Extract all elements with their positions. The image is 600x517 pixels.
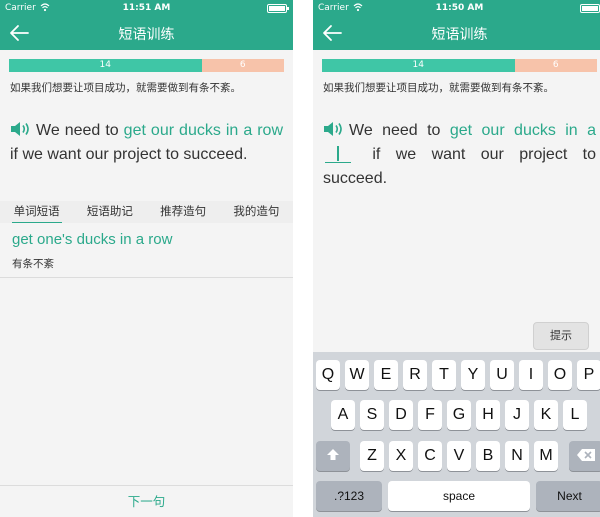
page-title: 短语训练: [431, 27, 488, 43]
key-q[interactable]: Q: [316, 360, 340, 390]
progress-remaining: 6: [514, 59, 597, 72]
key-r[interactable]: R: [403, 360, 427, 390]
text-cursor: [337, 146, 339, 161]
key-k[interactable]: K: [534, 400, 558, 430]
key-w[interactable]: W: [345, 360, 369, 390]
progress-remaining: 6: [201, 59, 284, 72]
sentence-start: We need to: [349, 122, 450, 139]
chinese-translation: 如果我们想要让项目成功，就需要做到有条不紊。: [10, 82, 241, 94]
tab-mnemonic[interactable]: 短语助记: [85, 201, 135, 223]
nav-bar: 短语训练: [0, 16, 293, 50]
answer-blank-input[interactable]: [325, 145, 351, 163]
keyboard: Q W E R T Y U I O P A S D F G H J K L Z …: [313, 352, 600, 517]
backspace-icon: [577, 449, 595, 461]
sentence-phrase[interactable]: get our ducks in a row: [124, 122, 283, 139]
speaker-icon[interactable]: [323, 121, 347, 137]
clock: 11:51 AM: [122, 3, 171, 13]
chinese-translation: 如果我们想要让项目成功，就需要做到有条不紊。: [323, 82, 554, 94]
key-t[interactable]: T: [432, 360, 456, 390]
key-h[interactable]: H: [476, 400, 500, 430]
key-e[interactable]: E: [374, 360, 398, 390]
status-bar: Carrier 11:50 AM: [313, 0, 600, 16]
delete-key[interactable]: [569, 441, 600, 471]
hint-button[interactable]: 提示: [533, 322, 589, 350]
key-s[interactable]: S: [360, 400, 384, 430]
english-sentence: We need to get our ducks in a row if we …: [10, 119, 283, 167]
tab-recommended-sentences[interactable]: 推荐造句: [158, 201, 208, 223]
app-screenshots: Carrier 11:51 AM 短语训练 14 6 如果我们想要让项目成功，就…: [0, 0, 600, 517]
sentence-phrase: get our ducks in a: [449, 122, 597, 139]
key-l[interactable]: L: [563, 400, 587, 430]
key-o[interactable]: O: [548, 360, 572, 390]
key-x[interactable]: X: [389, 441, 413, 471]
tab-word-phrase[interactable]: 单词短语: [11, 201, 62, 223]
fill-blank-screen: Carrier 11:50 AM 短语训练 14 6 如果我们想要让项目成功，就…: [313, 0, 600, 517]
key-b[interactable]: B: [476, 441, 500, 471]
key-c[interactable]: C: [418, 441, 442, 471]
key-a[interactable]: A: [331, 400, 355, 430]
page-title: 短语训练: [118, 27, 175, 43]
speaker-icon[interactable]: [10, 121, 34, 137]
phrase-chinese: 有条不紊: [12, 258, 54, 270]
phrase-english: get one's ducks in a row: [12, 231, 173, 248]
key-d[interactable]: D: [389, 400, 413, 430]
space-key[interactable]: space: [388, 481, 530, 511]
english-sentence: We need to get our ducks in a if we want…: [323, 119, 596, 191]
key-i[interactable]: I: [519, 360, 543, 390]
sentence-start: We need to: [36, 122, 124, 139]
next-key[interactable]: Next: [536, 481, 600, 511]
phrase-card: get one's ducks in a row 有条不紊: [0, 223, 293, 278]
key-n[interactable]: N: [505, 441, 529, 471]
key-m[interactable]: M: [534, 441, 558, 471]
key-p[interactable]: P: [577, 360, 600, 390]
sentence-end: if we want our project to succeed.: [10, 146, 248, 163]
key-f[interactable]: F: [418, 400, 442, 430]
battery-icon: [267, 4, 289, 13]
shift-icon: [327, 449, 339, 460]
phrase-detail-screen: Carrier 11:51 AM 短语训练 14 6 如果我们想要让项目成功，就…: [0, 0, 293, 517]
progress-done: 14: [9, 59, 202, 72]
numbers-key[interactable]: .?123: [316, 481, 382, 511]
key-v[interactable]: V: [447, 441, 471, 471]
progress-bar: 14 6: [9, 59, 284, 72]
progress-bar: 14 6: [322, 59, 597, 72]
status-bar: Carrier 11:51 AM: [0, 0, 293, 16]
key-y[interactable]: Y: [461, 360, 485, 390]
tab-my-sentences[interactable]: 我的造句: [231, 201, 281, 223]
battery-icon: [580, 4, 600, 13]
next-sentence-button[interactable]: 下一句: [0, 485, 293, 517]
clock: 11:50 AM: [435, 3, 484, 13]
key-j[interactable]: J: [505, 400, 529, 430]
key-u[interactable]: U: [490, 360, 514, 390]
key-g[interactable]: G: [447, 400, 471, 430]
nav-bar: 短语训练: [313, 16, 600, 50]
progress-done: 14: [322, 59, 515, 72]
sentence-end: if we want our project to succeed.: [323, 146, 596, 187]
shift-key[interactable]: [316, 441, 350, 471]
key-z[interactable]: Z: [360, 441, 384, 471]
tab-bar: 单词短语 短语助记 推荐造句 我的造句: [0, 201, 293, 223]
